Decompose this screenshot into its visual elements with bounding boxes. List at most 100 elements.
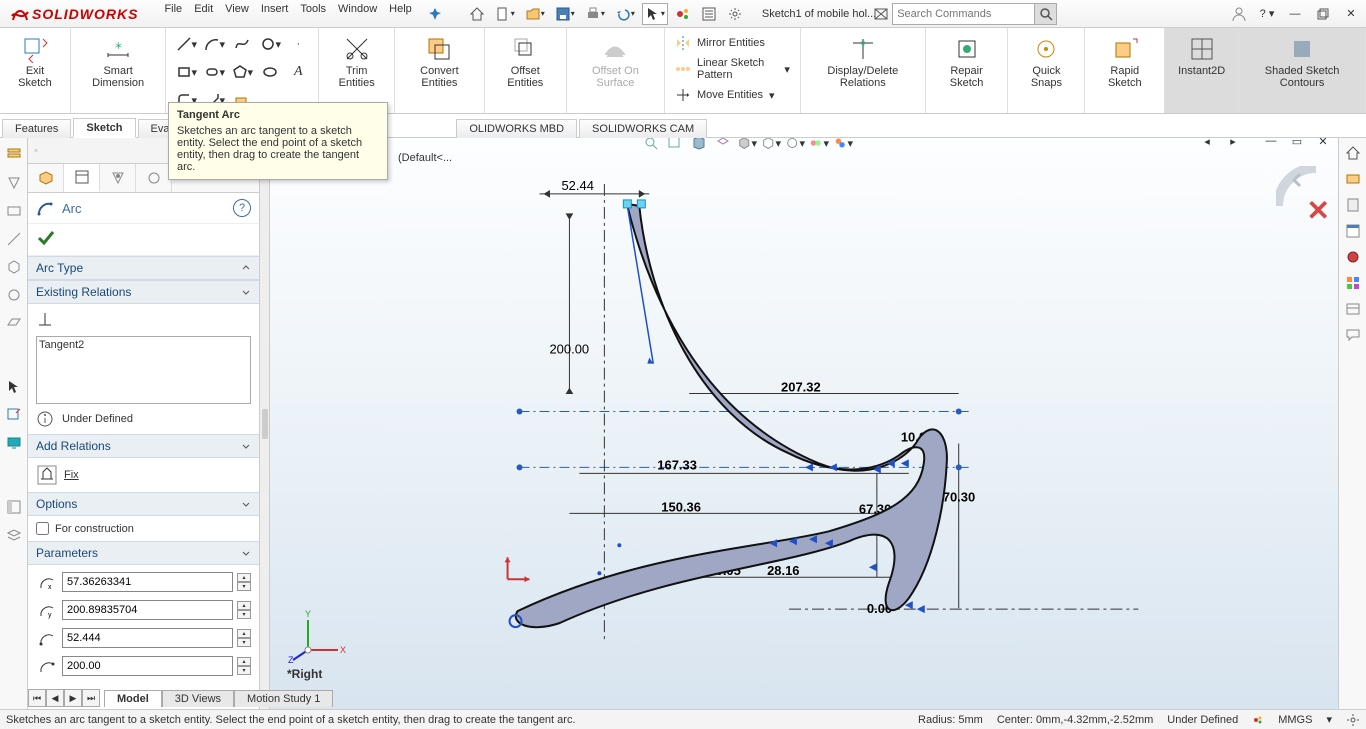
dim-167-33[interactable]: 167.33 (657, 457, 697, 472)
for-construction-checkbox[interactable] (36, 522, 49, 535)
vp-close-icon[interactable]: ✕ (1312, 138, 1334, 152)
spline-tool[interactable] (230, 32, 254, 56)
menu-window[interactable]: Window (338, 3, 377, 25)
vp-prev-icon[interactable]: ◂ (1196, 138, 1218, 152)
design-library-icon[interactable] (1342, 194, 1364, 216)
spin-down[interactable]: ▾ (237, 610, 251, 619)
rapid-sketch-button[interactable]: Rapid Sketch (1093, 32, 1156, 92)
annotation-icon[interactable] (3, 228, 25, 250)
display-icon[interactable] (3, 200, 25, 222)
status-units-dropdown[interactable]: ▾ (1326, 713, 1332, 726)
menu-edit[interactable]: Edit (194, 3, 213, 25)
btab-3dviews[interactable]: 3D Views (162, 690, 234, 707)
search-input[interactable] (893, 8, 1034, 20)
spin-down[interactable]: ▾ (237, 638, 251, 647)
minimize-icon[interactable]: — (1284, 3, 1306, 25)
sketch-edit-icon[interactable] (3, 404, 25, 426)
relation-item[interactable]: Tangent2 (39, 339, 248, 351)
home-task-icon[interactable] (1342, 142, 1364, 164)
restore-icon[interactable] (1312, 3, 1334, 25)
spin-up[interactable]: ▴ (237, 573, 251, 582)
view-palette-icon[interactable] (1342, 246, 1364, 268)
spin-up[interactable]: ▴ (237, 657, 251, 666)
home-icon[interactable] (466, 3, 488, 25)
solid-body-icon[interactable] (3, 256, 25, 278)
polygon-tool[interactable]: ▾ (230, 60, 254, 84)
ellipse-tool[interactable] (258, 60, 282, 84)
circle-tool[interactable]: ▾ (258, 32, 282, 56)
panel-tab-display[interactable] (136, 164, 172, 192)
status-units[interactable]: MMGS (1278, 714, 1312, 726)
help-dropdown[interactable]: ? ▾ (1256, 3, 1278, 25)
open-dropdown[interactable]: ▾ (522, 3, 548, 25)
spin-down[interactable]: ▾ (237, 666, 251, 675)
smart-dimension-button[interactable]: ＊ Smart Dimension (79, 32, 157, 92)
move-entities-button[interactable]: Move Entities ▾ (673, 86, 792, 104)
repair-sketch-button[interactable]: Repair Sketch (934, 32, 1000, 92)
config-icon[interactable] (3, 172, 25, 194)
add-fix-button[interactable]: Fix (36, 464, 251, 486)
dim-70-30[interactable]: 70.30 (943, 489, 975, 504)
tab-features[interactable]: Features (2, 119, 71, 138)
offset-entities-button[interactable]: Offset Entities (493, 32, 558, 92)
section-add-relations[interactable]: Add Relations (28, 434, 259, 458)
rebuild-icon[interactable] (672, 3, 694, 25)
display-delete-relations-button[interactable]: Display/Delete Relations (809, 32, 917, 92)
shaded-sketch-contours-button[interactable]: Shaded Sketch Contours (1247, 32, 1357, 92)
btab-model[interactable]: Model (104, 690, 162, 707)
menu-view[interactable]: View (225, 3, 249, 25)
section-options[interactable]: Options (28, 492, 259, 516)
rectangle-tool[interactable]: ▾ (174, 60, 198, 84)
layers-icon[interactable] (3, 524, 25, 546)
spin-up[interactable]: ▴ (237, 601, 251, 610)
menu-insert[interactable]: Insert (261, 3, 289, 25)
section-arc-type[interactable]: Arc Type (28, 256, 259, 280)
dim-207-32[interactable]: 207.32 (781, 380, 821, 395)
select-dropdown[interactable]: ▾ (642, 3, 668, 25)
tab-mbd[interactable]: OLIDWORKS MBD (456, 119, 577, 138)
pin-icon[interactable] (424, 3, 446, 25)
dim-52-44[interactable]: 52.44 (561, 178, 593, 193)
param-cx-input[interactable] (62, 572, 233, 592)
file-explorer-icon[interactable] (1342, 220, 1364, 242)
text-tool[interactable]: A (286, 60, 310, 84)
slot-tool[interactable]: ▾ (202, 60, 226, 84)
confirm-ok-icon[interactable] (36, 228, 56, 248)
linear-sketch-pattern-button[interactable]: Linear Sketch Pattern ▾ (673, 56, 792, 82)
search-commands-box[interactable] (892, 3, 1057, 25)
dim-150-36[interactable]: 150.36 (661, 499, 701, 514)
material-icon[interactable] (3, 284, 25, 306)
convert-entities-button[interactable]: Convert Entities (403, 32, 476, 92)
help-icon[interactable]: ? (233, 199, 251, 217)
mirror-entities-button[interactable]: Mirror Entities (673, 34, 792, 52)
plane-icon[interactable] (3, 312, 25, 334)
vp-restore-icon[interactable]: ▭ (1286, 138, 1308, 152)
menu-tools[interactable]: Tools (300, 3, 326, 25)
tab-cam[interactable]: SOLIDWORKS CAM (579, 119, 707, 138)
tab-sketch[interactable]: Sketch (73, 118, 135, 138)
close-icon[interactable]: ✕ (1340, 3, 1362, 25)
user-icon[interactable] (1228, 3, 1250, 25)
relations-list[interactable]: Tangent2 (36, 336, 251, 404)
spin-down[interactable]: ▾ (237, 582, 251, 591)
status-rebuild-icon[interactable] (1252, 714, 1264, 726)
param-sy-input[interactable] (62, 656, 233, 676)
panel-splitter[interactable] (260, 138, 270, 709)
sketch-canvas[interactable]: 52.44 200.00 207.32 167.33 150.36 200.05… (270, 138, 1338, 709)
quick-snaps-button[interactable]: Quick Snaps (1016, 32, 1076, 92)
resources-icon[interactable] (1342, 168, 1364, 190)
graphics-viewport[interactable]: (Default<... ◂ ▸ — ▭ ✕ ▾ ▾ ▾ ▾ ▾ (270, 138, 1338, 709)
dim-28-16[interactable]: 28.16 (767, 563, 799, 578)
cancel-sketch-icon[interactable]: ✕ (1307, 194, 1330, 227)
param-sx-input[interactable] (62, 628, 233, 648)
section-existing-relations[interactable]: Existing Relations (28, 280, 259, 304)
btab-next[interactable]: ▶ (64, 689, 82, 707)
view-triad[interactable]: Y X Z (288, 605, 348, 665)
feature-tree-icon[interactable] (3, 144, 25, 166)
taskpane-icon[interactable] (3, 496, 25, 518)
panel-tab-feature[interactable] (28, 164, 64, 192)
line-tool[interactable]: ▾ (174, 32, 198, 56)
point-tool[interactable]: · (286, 32, 310, 56)
panel-tab-config[interactable] (100, 164, 136, 192)
arc-tool[interactable]: ▾ (202, 32, 226, 56)
